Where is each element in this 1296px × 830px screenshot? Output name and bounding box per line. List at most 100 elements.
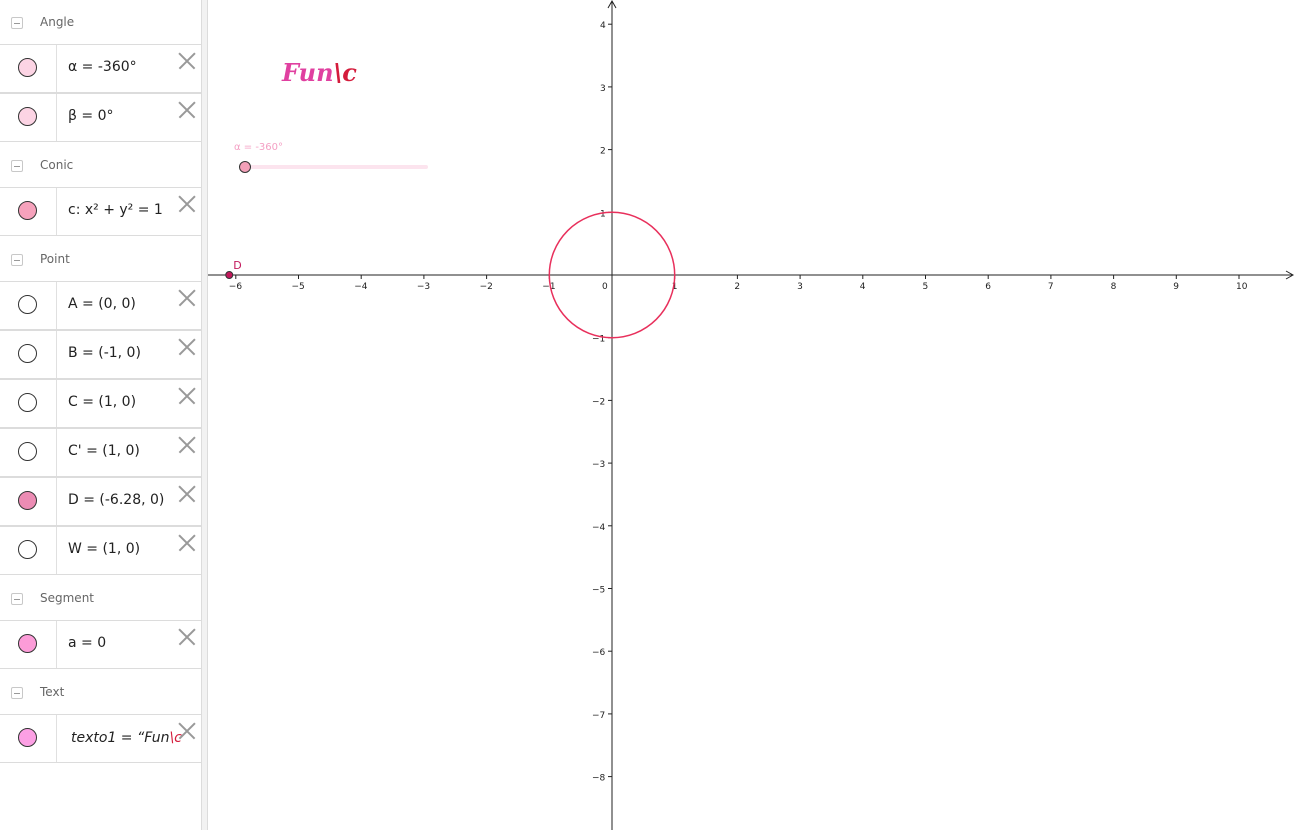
- delete-icon[interactable]: [178, 722, 196, 740]
- visibility-toggle-icon[interactable]: [18, 344, 37, 363]
- item-expression[interactable]: C = (1, 0): [68, 394, 136, 410]
- visibility-toggle-icon[interactable]: [18, 634, 37, 653]
- algebra-item-A[interactable]: A = (0, 0): [0, 281, 201, 330]
- visibility-toggle-icon[interactable]: [18, 540, 37, 559]
- graphics-view[interactable]: −6 −5 −4 −3 −2 −1 0 1 2 3 4 5 6 7 8 9 104321−1−2−3−4−5−6…: [208, 0, 1296, 830]
- group-header-text[interactable]: Text: [0, 670, 201, 714]
- y-tick-label: 2: [600, 147, 606, 157]
- visibility-toggle-icon[interactable]: [18, 491, 37, 510]
- item-expression[interactable]: texto1 = “Fun\c: [71, 730, 182, 746]
- visibility-toggle-icon[interactable]: [18, 201, 37, 220]
- algebra-item-beta[interactable]: β = 0°: [0, 93, 201, 142]
- item-expression[interactable]: c: x² + y² = 1: [68, 202, 163, 218]
- slider-alpha-label: α = -360°: [234, 142, 284, 153]
- item-expression[interactable]: D = (-6.28, 0): [68, 492, 164, 508]
- divider: [56, 429, 57, 476]
- y-tick-label: −7: [592, 711, 605, 721]
- view-splitter[interactable]: [201, 0, 208, 830]
- y-tick-label: −6: [592, 648, 606, 658]
- algebra-item-C[interactable]: C = (1, 0): [0, 379, 201, 428]
- x-tick-label: −1: [542, 282, 555, 292]
- divider: [56, 380, 57, 427]
- group-header-conic[interactable]: Conic: [0, 143, 201, 187]
- delete-icon[interactable]: [178, 52, 196, 70]
- slider-alpha-knob[interactable]: [239, 161, 251, 173]
- x-tick-label: 6: [985, 282, 991, 292]
- delete-icon[interactable]: [178, 289, 196, 307]
- item-expression[interactable]: a = 0: [68, 635, 106, 651]
- group-label: Angle: [40, 15, 75, 29]
- x-tick-label: 4: [860, 282, 866, 292]
- item-expression[interactable]: B = (-1, 0): [68, 345, 141, 361]
- algebra-item-C-prime[interactable]: C' = (1, 0): [0, 428, 201, 477]
- delete-icon[interactable]: [178, 534, 196, 552]
- group-label: Segment: [40, 591, 94, 605]
- y-tick-label: 3: [600, 84, 606, 94]
- collapse-icon[interactable]: [11, 17, 23, 29]
- algebra-item-D[interactable]: D = (-6.28, 0): [0, 477, 201, 526]
- algebra-item-B[interactable]: B = (-1, 0): [0, 330, 201, 379]
- point-D[interactable]: [225, 271, 234, 279]
- divider: [56, 331, 57, 378]
- group-header-point[interactable]: Point: [0, 237, 201, 281]
- title-accent: \c: [333, 58, 357, 87]
- visibility-toggle-icon[interactable]: [18, 728, 37, 747]
- x-tick-label: −4: [354, 282, 368, 292]
- x-tick-label: −5: [292, 282, 305, 292]
- axes: −6 −5 −4 −3 −2 −1 0 1 2 3 4 5 6 7 8 9 104321−1−2−3−4−5−6…: [208, 0, 1295, 830]
- collapse-icon[interactable]: [11, 593, 23, 605]
- delete-icon[interactable]: [178, 387, 196, 405]
- group-header-segment[interactable]: Segment: [0, 576, 201, 620]
- algebra-item-W[interactable]: W = (1, 0): [0, 526, 201, 575]
- item-expression[interactable]: W = (1, 0): [68, 541, 140, 557]
- visibility-toggle-icon[interactable]: [18, 393, 37, 412]
- divider: [56, 478, 57, 525]
- delete-icon[interactable]: [178, 101, 196, 119]
- item-expression[interactable]: C' = (1, 0): [68, 443, 140, 459]
- delete-icon[interactable]: [178, 195, 196, 213]
- y-tick-label: −8: [592, 774, 606, 784]
- x-tick-label: −6: [229, 282, 243, 292]
- delete-icon[interactable]: [178, 436, 196, 454]
- group-label: Conic: [40, 158, 74, 172]
- visibility-toggle-icon[interactable]: [18, 295, 37, 314]
- delete-icon[interactable]: [178, 338, 196, 356]
- y-tick-label: −4: [592, 523, 606, 533]
- algebra-item-texto1[interactable]: texto1 = “Fun\c: [0, 714, 201, 763]
- y-tick-label: −2: [592, 397, 605, 407]
- x-tick-label: 2: [734, 282, 740, 292]
- x-tick-label: 8: [1111, 282, 1117, 292]
- collapse-icon[interactable]: [11, 687, 23, 699]
- visibility-toggle-icon[interactable]: [18, 58, 37, 77]
- group-header-angle[interactable]: Angle: [0, 0, 201, 44]
- divider: [56, 621, 57, 668]
- algebra-item-alpha[interactable]: α = -360°: [0, 44, 201, 93]
- x-tick-label: 7: [1048, 282, 1054, 292]
- algebra-item-c[interactable]: c: x² + y² = 1: [0, 187, 201, 236]
- item-expression[interactable]: β = 0°: [68, 108, 113, 124]
- slider-alpha-track[interactable]: [240, 165, 428, 169]
- delete-icon[interactable]: [178, 485, 196, 503]
- visibility-toggle-icon[interactable]: [18, 442, 37, 461]
- item-expression[interactable]: α = -360°: [68, 59, 137, 75]
- x-tick-label: 5: [923, 282, 929, 292]
- x-tick-label: −3: [417, 282, 430, 292]
- divider: [56, 527, 57, 574]
- item-expression[interactable]: A = (0, 0): [68, 296, 136, 312]
- divider: [56, 188, 57, 235]
- visibility-toggle-icon[interactable]: [18, 107, 37, 126]
- collapse-icon[interactable]: [11, 160, 23, 172]
- text-object-texto1[interactable]: Fun\c: [282, 58, 357, 87]
- divider: [56, 715, 57, 762]
- y-tick-label: 1: [600, 209, 606, 219]
- x-tick-label: −2: [480, 282, 493, 292]
- x-tick-label: 0: [602, 282, 608, 292]
- x-tick-label: 9: [1173, 282, 1179, 292]
- divider: [56, 45, 57, 92]
- algebra-item-a[interactable]: a = 0: [0, 620, 201, 669]
- collapse-icon[interactable]: [11, 254, 23, 266]
- y-tick-label: −5: [592, 586, 605, 596]
- delete-icon[interactable]: [178, 628, 196, 646]
- y-tick-label: 4: [600, 21, 606, 31]
- group-label: Point: [40, 252, 70, 266]
